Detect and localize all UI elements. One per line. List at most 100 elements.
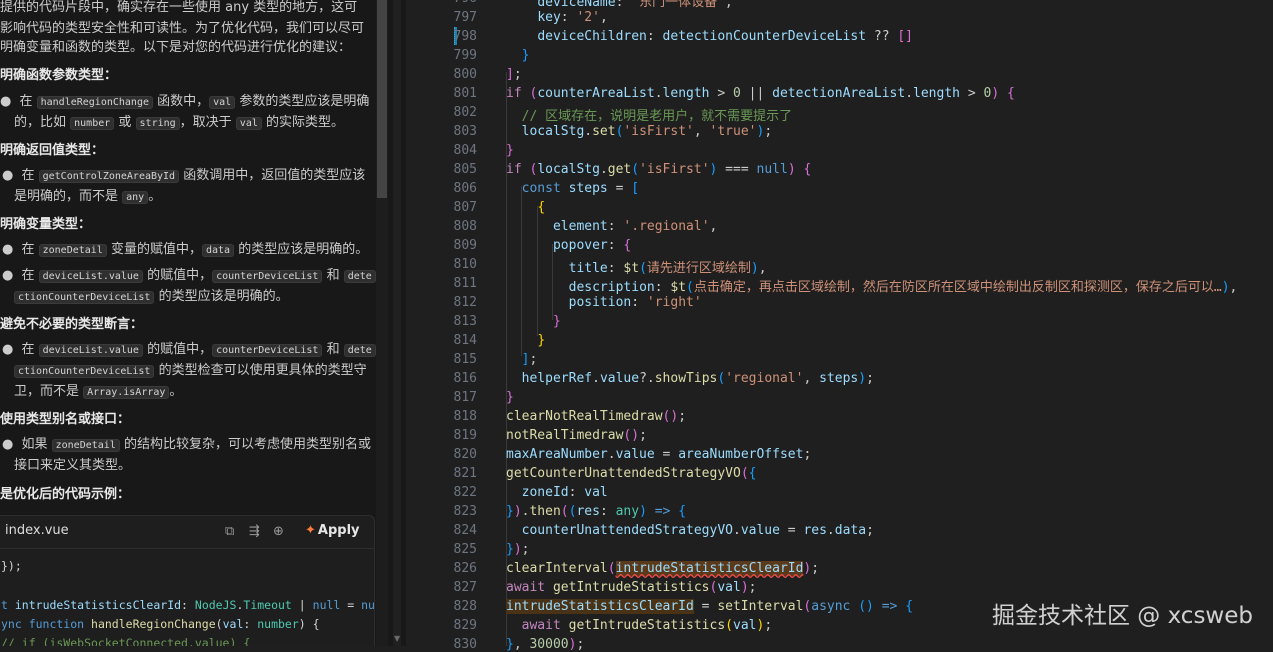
- code-block: index.vue ⧉ ⇶ ⊕ ✦ Apply }); t intrudeStat…: [0, 515, 388, 646]
- code-line: key: '2',: [537, 10, 608, 25]
- scroll-down-icon[interactable]: ▼: [394, 634, 400, 643]
- code-line: if (localStg.get('isFirst') === null) {: [506, 162, 812, 177]
- diff-icon[interactable]: ⇶: [249, 524, 260, 539]
- apply-button[interactable]: ✦ Apply: [305, 523, 360, 538]
- line-number: 802: [453, 105, 477, 120]
- code-line: notRealTimedraw();: [506, 428, 647, 443]
- code-block-line: // if (isWebSocketConnected.value) {: [1, 636, 251, 646]
- line-number: 805: [453, 162, 477, 177]
- list-item: ● 在 getControlZoneAreaById 函数调用中，返回值的类型应…: [2, 168, 366, 183]
- line-number: 830: [453, 637, 477, 652]
- code-line: ];: [506, 67, 522, 82]
- line-number: 797: [453, 10, 477, 25]
- section-title: 避免不必要的类型断言：: [0, 317, 144, 332]
- line-number: 812: [453, 295, 477, 310]
- line-number: 815: [453, 352, 477, 367]
- bullet-icon: ●: [2, 437, 14, 452]
- code-line: });: [506, 542, 530, 557]
- code-line: await getIntrudeStatistics(val);: [506, 580, 757, 595]
- code-block-line: });: [1, 559, 22, 573]
- code-line: deviceName: '东门一体设备',: [537, 0, 733, 10]
- chat-intro-line: 明确变量和函数的类型。以下是对您的代码进行优化的建议：: [0, 40, 352, 55]
- bullet-icon: ●: [2, 242, 14, 257]
- bullet-icon: ●: [2, 268, 14, 283]
- section-title: 明确返回值类型：: [0, 143, 105, 158]
- list-item-cont: ctionCounterDeviceList 的类型应该是明确的。: [14, 287, 289, 308]
- splitter-bar[interactable]: [393, 0, 401, 646]
- list-item-cont: 接口来定义其类型。: [14, 458, 132, 473]
- list-item: ● 在 zoneDetail 变量的赋值中， data 的类型应该是明确的。: [2, 242, 369, 257]
- ai-chat-panel: 提供的代码片段中，确实存在一些使用 any 类型的地方，这可 影响代码的类型安全…: [0, 0, 388, 646]
- line-number: 800: [453, 67, 477, 82]
- code-block-line: t intrudeStatisticsClearId: NodeJS.Timeo…: [1, 598, 388, 612]
- list-item-cont: 的，比如 number 或 string ，取决于 val 的实际类型。: [14, 115, 344, 130]
- line-number: 823: [453, 504, 477, 519]
- line-number: 811: [453, 276, 477, 291]
- line-number: 821: [453, 466, 477, 481]
- section-title: 使用类型别名或接口：: [0, 412, 131, 427]
- code-line: element: '.regional',: [552, 219, 718, 234]
- list-item: ● 在 handleRegionChange 函数中， val 参数的类型应该是明…: [0, 94, 370, 109]
- scrollbar-thumb[interactable]: [377, 0, 387, 198]
- bullet-icon: ●: [2, 168, 14, 183]
- line-number: 801: [453, 86, 477, 101]
- code-line: await getIntrudeStatistics(val);: [521, 618, 773, 633]
- line-number: 799: [453, 48, 477, 63]
- insert-icon[interactable]: ⊕: [273, 524, 284, 539]
- code-line: }: [506, 143, 514, 158]
- chat-intro-line: 提供的代码片段中，确实存在一些使用 any 类型的地方，这可: [0, 0, 358, 15]
- line-number: 813: [453, 314, 477, 329]
- code-line: // 区域存在，说明是老用户，就不需要提示了: [521, 109, 793, 124]
- section-title: 明确函数参数类型：: [0, 68, 118, 83]
- line-number: 803: [453, 124, 477, 139]
- list-item: ● 在 deviceList.value 的赋值中， counterDeviceL…: [0, 340, 376, 361]
- code-line: counterUnattendedStrategyVO.value = res.…: [521, 523, 874, 538]
- code-line: getCounterUnattendedStrategyVO({: [506, 466, 757, 481]
- line-number: 820: [453, 447, 477, 462]
- list-item-cont: 卫，而不是 Array.isArray。: [14, 384, 183, 399]
- code-line: zoneId: val: [521, 485, 608, 500]
- code-line: intrudeStatisticsClearId = setInterval(a…: [506, 599, 914, 614]
- code-line: ];: [521, 352, 538, 367]
- line-number: 808: [453, 219, 477, 234]
- line-number: 816: [453, 371, 477, 386]
- chat-outro: 是优化后的代码示例：: [0, 487, 131, 502]
- code-line: description: $t(点击确定，再点击区域绘制，然后在防区所在区域中绘…: [568, 280, 1238, 295]
- code-block-line: ync function handleRegionChange(val: num…: [1, 617, 320, 631]
- list-item: ● 如果 zoneDetail 的结构比较复杂，可以考虑使用类型别名或: [2, 437, 371, 452]
- line-number: 807: [453, 200, 477, 215]
- line-number: 827: [453, 580, 477, 595]
- code-line: clearInterval(intrudeStatisticsClearId);: [506, 561, 820, 576]
- code-line: }: [537, 333, 546, 348]
- code-line: if (counterAreaList.length > 0 || detect…: [506, 86, 1015, 101]
- code-line: {: [537, 200, 546, 215]
- line-number: 819: [453, 428, 477, 443]
- code-line: }: [521, 48, 530, 63]
- code-block-filename: index.vue: [5, 523, 69, 538]
- line-number: 824: [453, 523, 477, 538]
- chat-scrollbar[interactable]: [376, 0, 388, 646]
- list-item: ● 在 deviceList.value 的赋值中， counterDeviceL…: [0, 266, 376, 287]
- code-line: }).then((res: any) => {: [506, 504, 687, 519]
- line-number: 809: [453, 238, 477, 253]
- line-number: 817: [453, 390, 477, 405]
- line-number: 822: [453, 485, 477, 500]
- watermark: 掘金技术社区 @ xcsweb: [991, 603, 1253, 629]
- list-item-cont: ctionCounterDeviceList 的类型检查可以使用更具体的类型守: [14, 361, 367, 382]
- line-number: 829: [453, 618, 477, 633]
- code-line: localStg.set('isFirst', 'true');: [521, 124, 773, 139]
- code-line: const steps = [: [521, 181, 640, 196]
- bullet-icon: ●: [2, 342, 14, 357]
- line-number: 814: [453, 333, 477, 348]
- code-line: popover: {: [552, 238, 632, 253]
- copy-icon[interactable]: ⧉: [225, 524, 234, 539]
- line-number: 818: [453, 409, 477, 424]
- code-editor[interactable]: 796 797 798 799 800 801 802 803 804 805 806 807 808 8…: [406, 0, 1273, 652]
- list-item-cont: 是明确的，而不是 any。: [14, 189, 162, 204]
- line-number: 810: [453, 257, 477, 272]
- line-number: 798: [453, 29, 477, 44]
- line-number: 826: [453, 561, 477, 576]
- line-number: 825: [453, 542, 477, 557]
- code-line: }: [552, 314, 561, 329]
- panel-divider[interactable]: ▼: [388, 0, 406, 646]
